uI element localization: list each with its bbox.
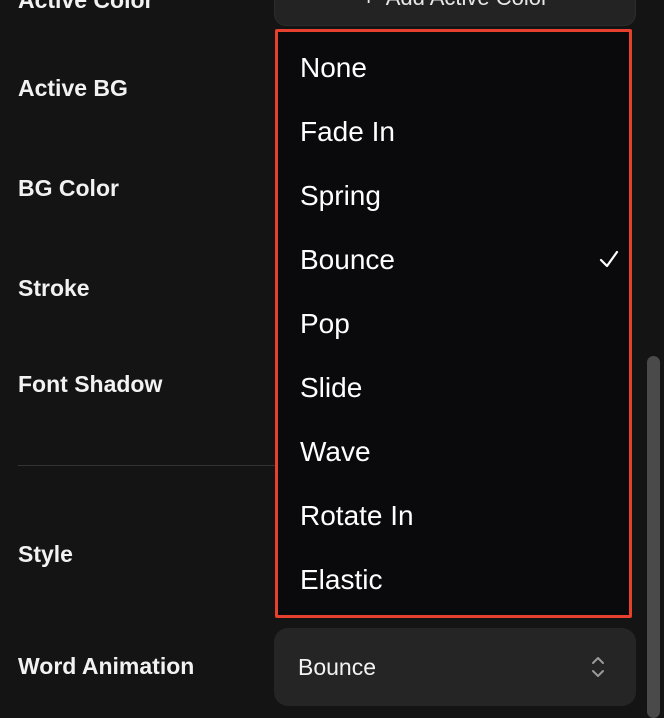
chevron-updown-icon — [592, 657, 604, 677]
dropdown-option-none[interactable]: None — [300, 44, 620, 92]
option-label: Slide — [300, 372, 363, 403]
word-animation-select-value: Bounce — [298, 653, 377, 680]
option-label: Rotate In — [300, 500, 414, 531]
option-label: Bounce — [300, 244, 395, 275]
option-label: Wave — [300, 436, 371, 467]
option-label: Fade In — [300, 116, 395, 147]
font-shadow-label: Font Shadow — [18, 371, 163, 397]
active-bg-label: Active BG — [18, 75, 128, 101]
dropdown-option-wave[interactable]: Wave — [300, 428, 620, 476]
option-label: None — [300, 52, 367, 83]
dropdown-option-fade-in[interactable]: Fade In — [300, 108, 620, 156]
section-divider — [18, 465, 276, 466]
word-animation-label: Word Animation — [18, 653, 195, 679]
word-animation-select[interactable]: Bounce — [274, 628, 636, 706]
plus-icon: + — [362, 0, 376, 12]
dropdown-option-pop[interactable]: Pop — [300, 300, 620, 348]
style-label: Style — [18, 541, 73, 567]
option-label: Spring — [300, 180, 381, 211]
add-active-color-label: Add Active Color — [386, 0, 549, 11]
dropdown-option-bounce[interactable]: Bounce — [300, 236, 620, 284]
bg-color-label: BG Color — [18, 175, 119, 201]
option-label: Pop — [300, 308, 350, 339]
dropdown-option-rotate-in[interactable]: Rotate In — [300, 492, 620, 540]
scrollbar-thumb[interactable] — [647, 356, 660, 718]
active-color-label: Active Color — [18, 0, 154, 13]
dropdown-option-spring[interactable]: Spring — [300, 172, 620, 220]
add-active-color-button[interactable]: + Add Active Color — [274, 0, 636, 26]
option-label: Elastic — [300, 564, 383, 595]
stroke-label: Stroke — [18, 275, 90, 301]
settings-panel: + Add Active Color Active Color Active B… — [0, 0, 664, 718]
checkmark-icon — [599, 250, 619, 268]
dropdown-option-slide[interactable]: Slide — [300, 364, 620, 412]
dropdown-option-elastic[interactable]: Elastic — [300, 556, 620, 604]
word-animation-dropdown-menu: None Fade In Spring Bounce Pop Slide Wav… — [275, 29, 632, 618]
